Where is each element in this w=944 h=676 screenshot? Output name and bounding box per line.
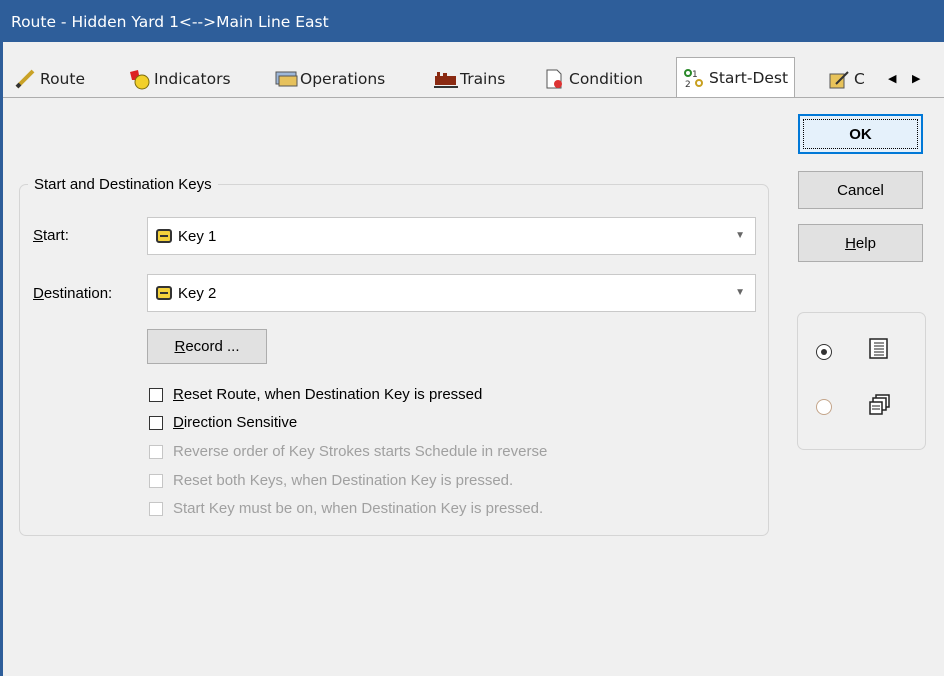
svg-text:2: 2 (685, 80, 691, 89)
operations-icon (274, 68, 298, 90)
key-icon (156, 286, 172, 300)
checkbox-label: Reset Route, when Destination Key is pre… (173, 386, 483, 403)
chevron-down-icon[interactable]: ▼ (735, 230, 745, 241)
destination-key-select[interactable]: Key 2 ▼ (147, 274, 756, 312)
trains-icon (434, 68, 458, 90)
chevron-down-icon[interactable]: ▼ (735, 287, 745, 298)
checkbox-label: Direction Sensitive (173, 414, 298, 431)
tab-condition[interactable]: Condition (543, 60, 643, 97)
tab-route[interactable]: Route (14, 60, 85, 97)
window-title: Route - Hidden Yard 1<-->Main Line East (0, 0, 944, 42)
record-button[interactable]: Record ... (147, 329, 267, 364)
tab-scroll-left-icon[interactable]: ◀ (888, 72, 896, 85)
indicators-icon (128, 68, 150, 90)
start-label: Start: (33, 227, 69, 244)
tab-trains[interactable]: Trains (434, 60, 505, 97)
tab-label: C (854, 69, 865, 88)
group-title: Start and Destination Keys (28, 176, 218, 193)
tab-label: Start-Dest (709, 68, 789, 87)
tab-label: Operations (300, 69, 386, 88)
checkbox-label: Reset both Keys, when Destination Key is… (173, 472, 514, 489)
direction-sensitive-checkbox[interactable]: Direction Sensitive (149, 414, 297, 431)
tab-strip: Route Indicators Operations Trains Condi… (0, 57, 944, 97)
start-key-value: Key 1 (178, 227, 217, 245)
tab-label: Route (40, 69, 85, 88)
tab-label: Trains (460, 69, 506, 88)
checkbox-box[interactable] (149, 415, 163, 430)
tab-c[interactable]: C (828, 60, 865, 97)
condition-icon (543, 68, 565, 90)
pencil-icon (14, 68, 36, 90)
reset-route-checkbox[interactable]: Reset Route, when Destination Key is pre… (149, 386, 482, 403)
cancel-button[interactable]: Cancel (798, 171, 923, 209)
tab-clipped[interactable]: C (826, 60, 886, 97)
start-key-select[interactable]: Key 1 ▼ (147, 217, 756, 255)
tab-divider (3, 97, 944, 98)
destination-label: Destination: (33, 285, 113, 302)
window-border (0, 42, 3, 676)
ok-label: OK (849, 125, 872, 143)
reverse-order-checkbox: Reverse order of Key Strokes starts Sche… (149, 443, 547, 460)
view-list-radio[interactable] (816, 344, 832, 360)
view-options-panel (797, 312, 926, 450)
window-view-icon (869, 394, 891, 422)
checkbox-box (149, 501, 163, 516)
list-view-icon (869, 338, 889, 366)
tab-start-dest[interactable]: 12 Start-Dest (676, 57, 796, 97)
checkbox-label: Start Key must be on, when Destination K… (173, 500, 544, 517)
checkbox-box[interactable] (149, 387, 163, 402)
reset-both-keys-checkbox: Reset both Keys, when Destination Key is… (149, 472, 513, 489)
clipboard-icon (828, 68, 850, 90)
cancel-label: Cancel (837, 181, 884, 199)
help-label: Help (845, 234, 876, 252)
svg-text:1: 1 (692, 70, 698, 80)
tab-scroll-right-icon[interactable]: ▶ (912, 72, 920, 85)
checkbox-box (149, 473, 163, 488)
checkbox-label: Reverse order of Key Strokes starts Sche… (173, 443, 548, 460)
start-dest-icon: 12 (683, 67, 705, 90)
checkbox-box (149, 444, 163, 459)
view-window-radio[interactable] (816, 399, 832, 415)
tab-label: Indicators (154, 69, 231, 88)
help-button[interactable]: Help (798, 224, 923, 262)
tab-label: Condition (569, 69, 643, 88)
destination-key-value: Key 2 (178, 284, 217, 302)
key-icon (156, 229, 172, 243)
start-key-on-checkbox: Start Key must be on, when Destination K… (149, 500, 543, 517)
tab-operations[interactable]: Operations (274, 60, 385, 97)
ok-button[interactable]: OK (798, 114, 923, 154)
record-label: Record ... (174, 338, 240, 355)
tab-indicators[interactable]: Indicators (128, 60, 231, 97)
